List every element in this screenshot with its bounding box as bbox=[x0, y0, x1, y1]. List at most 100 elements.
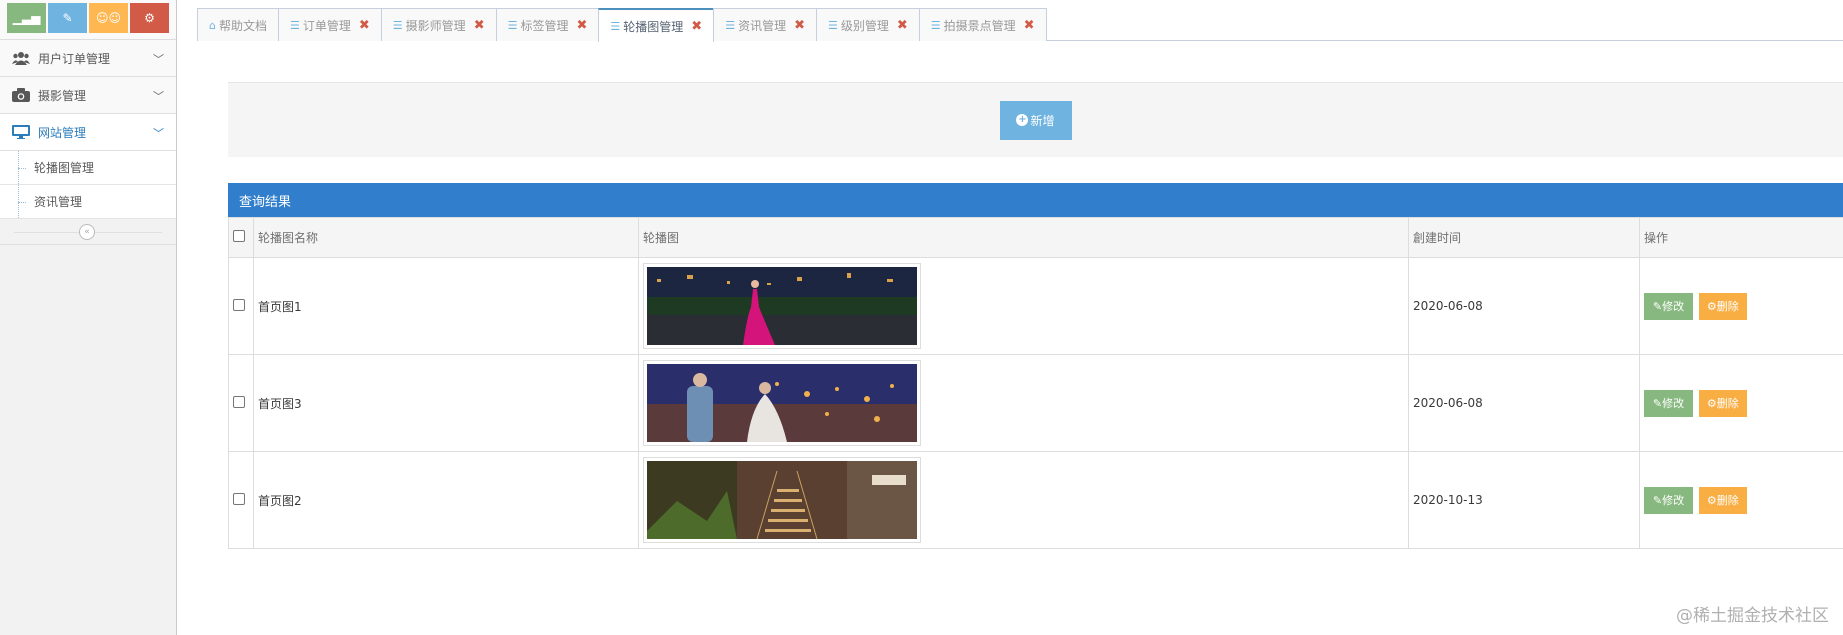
sidebar-shortcuts: ▁▃▅ ✎ ☺☺ ⚙ bbox=[0, 0, 176, 40]
created-date-cell: 2020-06-08 bbox=[1408, 257, 1640, 355]
sliders-icon: ☰ bbox=[610, 19, 621, 33]
close-icon[interactable]: ✖ bbox=[1024, 18, 1035, 33]
sidebar-item-label: 用户订单管理 bbox=[38, 51, 111, 66]
tab-help-docs[interactable]: ⌂ 帮助文档 bbox=[197, 8, 279, 41]
desktop-icon bbox=[10, 125, 32, 139]
sliders-icon: ☰ bbox=[930, 18, 941, 32]
sidebar-subitem-label: 轮播图管理 bbox=[34, 161, 95, 175]
sliders-icon: ☰ bbox=[827, 18, 838, 32]
collapse-sidebar-icon[interactable]: « bbox=[79, 224, 95, 240]
sidebar-subitem-news[interactable]: 资讯管理 bbox=[0, 185, 176, 219]
table-row: 首页图3 2020-06-08 ✎ 修改 ⚙ 删除 bbox=[228, 354, 1843, 452]
add-button-label: 新增 bbox=[1030, 113, 1055, 128]
sidebar-item-user-orders[interactable]: 用户订单管理 ﹀ bbox=[0, 40, 176, 77]
results-header: 查询结果 bbox=[228, 183, 1843, 217]
tab-carousel[interactable]: ☰ 轮播图管理 ✖ bbox=[598, 8, 715, 42]
column-header[interactable]: 轮播图名称 bbox=[253, 217, 639, 258]
chevron-down-icon: ﹀ bbox=[153, 53, 164, 66]
sliders-icon: ☰ bbox=[290, 18, 300, 32]
column-header[interactable]: 創建时间 bbox=[1408, 217, 1640, 258]
table-row: 首页图1 2020-06-08 ✎ 修改 ⚙ 删除 bbox=[228, 257, 1843, 355]
tab-news[interactable]: ☰ 资讯管理 ✖ bbox=[713, 8, 817, 41]
add-button[interactable]: + 新增 bbox=[999, 100, 1072, 140]
created-date-cell: 2020-10-13 bbox=[1408, 451, 1640, 549]
edit-icon: ✎ bbox=[1652, 299, 1663, 313]
column-header: 操作 bbox=[1639, 217, 1843, 258]
select-all-checkbox[interactable] bbox=[233, 230, 245, 242]
sidebar-collapse-bar: « bbox=[0, 219, 176, 245]
sidebar-item-photography[interactable]: 摄影管理 ﹀ bbox=[0, 77, 176, 114]
tab-label: 帮助文档 bbox=[218, 18, 267, 33]
delete-button[interactable]: ⚙ 删除 bbox=[1698, 292, 1747, 320]
tab-label: 标签管理 bbox=[520, 18, 569, 33]
created-date-cell: 2020-06-08 bbox=[1408, 354, 1640, 452]
watermark: @稀土掘金技术社区 bbox=[1676, 606, 1829, 626]
results-title: 查询结果 bbox=[239, 194, 292, 210]
row-checkbox[interactable] bbox=[233, 395, 245, 408]
sidebar-item-label: 摄影管理 bbox=[38, 88, 87, 103]
chevron-down-icon: ﹀ bbox=[153, 90, 164, 103]
close-icon[interactable]: ✖ bbox=[897, 18, 908, 33]
edit-button[interactable]: ✎ 修改 bbox=[1644, 292, 1693, 320]
carousel-thumbnail[interactable] bbox=[643, 457, 921, 543]
camera-icon bbox=[10, 88, 32, 102]
plus-circle-icon: + bbox=[1016, 114, 1029, 126]
chevron-down-icon: ﹀ bbox=[153, 127, 164, 140]
tab-spots[interactable]: ☰ 拍摄景点管理 ✖ bbox=[918, 8, 1047, 41]
row-checkbox[interactable] bbox=[233, 492, 245, 505]
carousel-name-cell: 首页图1 bbox=[253, 257, 639, 355]
edit-button-label: 修改 bbox=[1662, 300, 1685, 313]
gear-icon: ⚙ bbox=[1706, 493, 1717, 507]
tab-orders[interactable]: ☰ 订单管理 ✖ bbox=[278, 8, 382, 41]
table-header-row: 轮播图名称 轮播图 創建时间 操作 bbox=[228, 217, 1843, 258]
tab-levels[interactable]: ☰ 级别管理 ✖ bbox=[815, 8, 920, 41]
row-checkbox[interactable] bbox=[233, 298, 245, 311]
pencil-icon[interactable]: ✎ bbox=[48, 3, 87, 33]
carousel-name-cell: 首页图3 bbox=[253, 354, 639, 452]
delete-button-label: 删除 bbox=[1716, 397, 1739, 410]
carousel-image-couple-city bbox=[647, 364, 917, 442]
sliders-icon: ☰ bbox=[507, 18, 518, 32]
sidebar-submenu: 轮播图管理 资讯管理 bbox=[0, 151, 176, 219]
actions-cell: ✎ 修改 ⚙ 删除 bbox=[1639, 451, 1843, 549]
close-icon[interactable]: ✖ bbox=[359, 18, 370, 33]
column-header[interactable]: 轮播图 bbox=[638, 217, 1409, 258]
tab-label: 轮播图管理 bbox=[623, 19, 684, 34]
sidebar-subitem-label: 资讯管理 bbox=[34, 195, 83, 209]
sidebar-subitem-carousel[interactable]: 轮播图管理 bbox=[0, 151, 176, 185]
edit-icon: ✎ bbox=[1652, 493, 1663, 507]
row-select-cell bbox=[228, 257, 254, 355]
tab-label: 摄影师管理 bbox=[405, 18, 466, 33]
delete-button[interactable]: ⚙ 删除 bbox=[1698, 389, 1747, 417]
close-icon[interactable]: ✖ bbox=[474, 18, 485, 33]
content-panel: + 新增 查询结果 轮播图名称 轮播图 創建时间 操作 首页图1 2020-06… bbox=[228, 41, 1843, 549]
carousel-name-cell: 首页图2 bbox=[253, 451, 639, 549]
carousel-thumbnail[interactable] bbox=[643, 360, 921, 446]
actions-cell: ✎ 修改 ⚙ 删除 bbox=[1639, 257, 1843, 355]
tab-bar: ⌂ 帮助文档 ☰ 订单管理 ✖ ☰ 摄影师管理 ✖ ☰ 标签管理 ✖ ☰ 轮播图… bbox=[197, 0, 1843, 42]
select-all-cell bbox=[228, 217, 254, 258]
tab-photographers[interactable]: ☰ 摄影师管理 ✖ bbox=[380, 8, 497, 41]
sidebar: ▁▃▅ ✎ ☺☺ ⚙ 用户订单管理 ﹀ 摄影管理 ﹀ 网站管理 ﹀ 轮播图管理 … bbox=[0, 0, 177, 635]
delete-button[interactable]: ⚙ 删除 bbox=[1698, 486, 1747, 514]
close-icon[interactable]: ✖ bbox=[794, 18, 805, 33]
sliders-icon: ☰ bbox=[725, 18, 736, 32]
edit-button[interactable]: ✎ 修改 bbox=[1644, 486, 1693, 514]
edit-button[interactable]: ✎ 修改 bbox=[1644, 389, 1693, 417]
cogs-icon[interactable]: ⚙ bbox=[130, 3, 169, 33]
tab-tags[interactable]: ☰ 标签管理 ✖ bbox=[495, 8, 600, 41]
delete-button-label: 删除 bbox=[1716, 494, 1739, 507]
group-icon[interactable]: ☺☺ bbox=[89, 3, 128, 33]
carousel-thumbnail[interactable] bbox=[643, 263, 921, 349]
close-icon[interactable]: ✖ bbox=[576, 18, 587, 33]
tab-label: 订单管理 bbox=[302, 18, 351, 33]
gear-icon: ⚙ bbox=[1706, 396, 1717, 410]
edit-icon: ✎ bbox=[1652, 396, 1663, 410]
main-area: ⌂ 帮助文档 ☰ 订单管理 ✖ ☰ 摄影师管理 ✖ ☰ 标签管理 ✖ ☰ 轮播图… bbox=[197, 0, 1843, 635]
signal-icon[interactable]: ▁▃▅ bbox=[7, 3, 46, 33]
close-icon[interactable]: ✖ bbox=[691, 19, 702, 34]
carousel-image-cell bbox=[638, 257, 1409, 355]
row-select-cell bbox=[228, 354, 254, 452]
results-table: 轮播图名称 轮播图 創建时间 操作 首页图1 2020-06-08 ✎ 修改 ⚙… bbox=[228, 217, 1843, 549]
sidebar-item-website[interactable]: 网站管理 ﹀ bbox=[0, 114, 176, 151]
